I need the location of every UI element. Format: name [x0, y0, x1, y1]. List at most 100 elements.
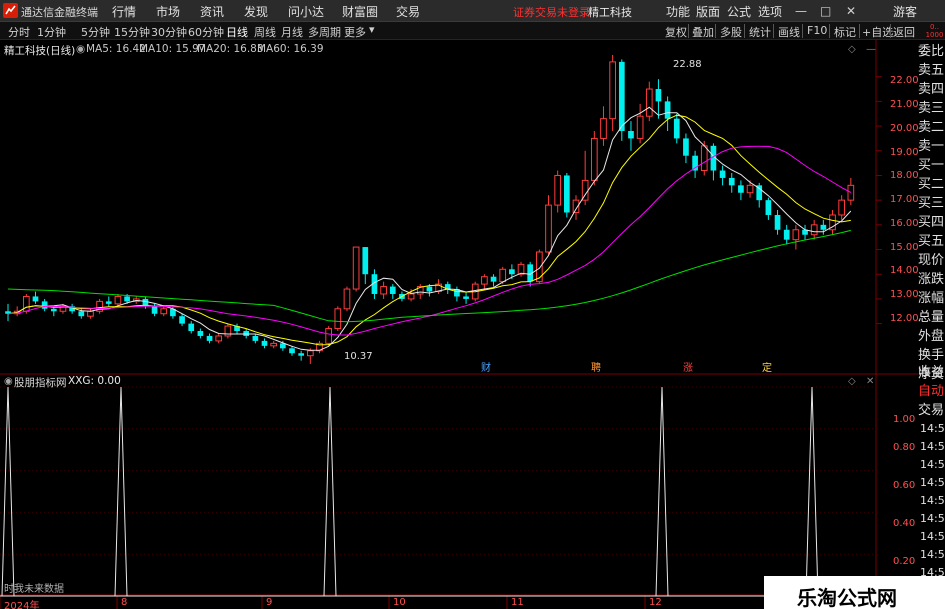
period-fenshi[interactable]: 分时	[8, 24, 30, 40]
menu-jiaoyi[interactable]: 交易	[396, 3, 420, 20]
ma60-line	[7, 229, 851, 323]
menu-wenxiaoda[interactable]: 问小达	[288, 3, 324, 20]
indicator-value: XXG: 0.00	[68, 375, 121, 387]
price-tick: 17.00	[890, 194, 919, 205]
period-5min[interactable]: 5分钟	[81, 24, 110, 40]
candle-body-down	[41, 301, 48, 309]
trade-time: 14:56	[920, 422, 945, 435]
quote-label: 买五	[918, 234, 945, 249]
candlestick-series	[5, 54, 855, 364]
title-stock-name: 精工科技	[588, 6, 632, 19]
maximize-icon[interactable]: □	[820, 4, 831, 18]
app-name: 通达信金融终端	[21, 6, 98, 19]
period-more[interactable]: 更多	[344, 24, 366, 40]
indicator-title: 股朋指标网	[14, 377, 67, 389]
tool-fuquan[interactable]: 复权	[665, 24, 687, 40]
period-multi[interactable]: 多周期	[308, 24, 341, 40]
menu-xuanxiang[interactable]: 选项	[758, 3, 782, 20]
title-bar: 通达信金融终端 行情 市场 资讯 发现 问小达 财富圈 交易 证券交易未登录 精…	[0, 0, 945, 22]
indicator-tick: 0.80	[893, 442, 916, 453]
menu-gongneng[interactable]: 功能	[666, 3, 690, 20]
close-icon[interactable]: ✕	[846, 4, 856, 18]
indicator-spike	[655, 386, 669, 597]
chart-settings-icon[interactable]: ◇	[848, 44, 856, 55]
candle-body-up	[22, 295, 30, 312]
trade-time: 14:56	[920, 476, 945, 489]
candle-body-up	[114, 295, 122, 305]
menu-hangqing[interactable]: 行情	[112, 3, 136, 20]
period-weekly[interactable]: 周线	[254, 24, 276, 40]
tool-biaoji[interactable]: 标记	[834, 24, 856, 40]
tool-add-watchlist[interactable]: +自选	[862, 24, 893, 40]
indicator-settings-icon[interactable]: ◇	[848, 376, 856, 387]
x-tick: 2024年	[4, 601, 40, 609]
tool-huaxian[interactable]: 画线	[778, 24, 800, 40]
legend-toggle-icon[interactable]: ◉	[76, 43, 85, 55]
period-daily[interactable]: 日线	[226, 24, 248, 40]
quote-label: 买四	[918, 215, 945, 230]
menu-banmian[interactable]: 版面	[696, 3, 720, 20]
menu-caifuquan[interactable]: 财富圈	[342, 3, 378, 20]
quote-label: 卖四	[918, 82, 945, 97]
menu-zixun[interactable]: 资讯	[200, 3, 224, 20]
stock-title: 精工科技(日线)	[4, 45, 76, 57]
candle-body-down	[252, 335, 259, 341]
candle-body-up	[380, 286, 387, 295]
candle-body-up	[645, 88, 653, 117]
period-toolbar: 分时 1分钟 5分钟 15分钟 30分钟 60分钟 日线 周线 月线 多周期 更…	[0, 22, 945, 40]
toolbar-divider	[829, 24, 830, 38]
candle-body-down	[32, 296, 39, 302]
price-tick: 18.00	[890, 170, 919, 181]
price-tick: 14.00	[890, 265, 919, 276]
quote-label: 卖一	[918, 139, 945, 154]
event-marker-pin[interactable]: 聘	[591, 359, 601, 374]
chart-minimize-icon[interactable]: —	[866, 44, 876, 55]
guest-user[interactable]: 游客	[893, 3, 917, 20]
tool-diejia[interactable]: 叠加	[692, 24, 714, 40]
app-logo-icon	[3, 3, 18, 18]
auto-trade-label[interactable]: 自动	[918, 384, 945, 403]
candle-body-down	[664, 101, 671, 119]
candle-body-up	[746, 184, 754, 194]
period-1min[interactable]: 1分钟	[37, 24, 66, 40]
indicator-toggle-icon[interactable]: ◉	[4, 376, 13, 387]
more-dropdown-icon[interactable]: ▾	[369, 23, 375, 36]
candle-body-down	[618, 61, 625, 132]
indicator-tick: 0.60	[893, 480, 916, 491]
period-monthly[interactable]: 月线	[281, 24, 303, 40]
tool-f10[interactable]: F10	[807, 24, 827, 37]
trade-label[interactable]: 交易	[918, 403, 945, 422]
trade-time: 14:56	[920, 512, 945, 525]
moving-average-lines	[7, 106, 852, 351]
candle-body-down	[188, 323, 195, 332]
period-30min[interactable]: 30分钟	[151, 24, 187, 40]
tool-tongji[interactable]: 统计	[749, 24, 771, 40]
candle-body-up	[343, 288, 351, 310]
indicator-series	[0, 386, 876, 597]
period-15min[interactable]: 15分钟	[114, 24, 150, 40]
candle-body-up	[590, 137, 598, 181]
event-marker-zhang[interactable]: 涨	[683, 359, 693, 374]
legend-ma20: MA20: 16.83	[197, 43, 264, 55]
period-60min[interactable]: 60分钟	[188, 24, 224, 40]
menu-gongshi[interactable]: 公式	[727, 3, 751, 20]
x-tick: 12	[649, 597, 662, 608]
menu-faxian[interactable]: 发现	[244, 3, 268, 20]
candle-body-down	[509, 269, 515, 275]
candle-body-down	[820, 224, 827, 230]
event-marker-cai[interactable]: 财	[481, 359, 491, 374]
menu-shichang[interactable]: 市场	[156, 3, 180, 20]
security-login-notice[interactable]: 证券交易未登录	[513, 4, 590, 20]
minimize-icon[interactable]: —	[795, 4, 807, 18]
candle-body-down	[655, 89, 662, 102]
toolbar-divider	[688, 24, 689, 38]
quote-label: 买三	[918, 196, 945, 211]
tool-duogu[interactable]: 多股	[720, 24, 742, 40]
event-marker-ding[interactable]: 定	[762, 359, 772, 374]
kline-chart[interactable]	[0, 40, 918, 609]
price-tick: 19.00	[890, 147, 919, 158]
candle-body-up	[270, 342, 278, 347]
candle-body-down	[673, 118, 680, 139]
tool-back[interactable]: 返回	[893, 24, 915, 40]
indicator-close-icon[interactable]: ✕	[866, 376, 874, 387]
